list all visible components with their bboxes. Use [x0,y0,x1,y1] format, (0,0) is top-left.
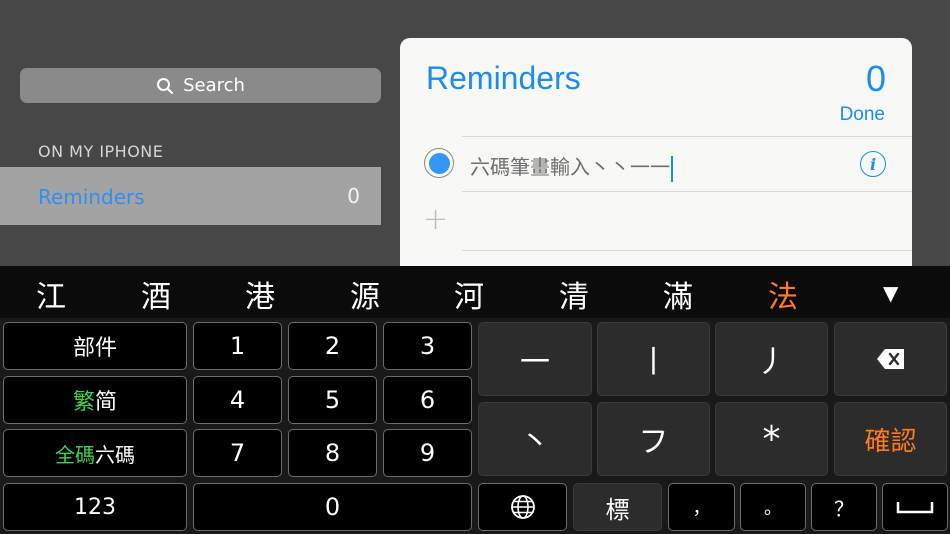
candidate-item[interactable]: 河 [454,272,484,316]
candidate-item[interactable]: 滿 [663,272,693,316]
reminder-count: 0 [865,58,886,99]
done-button[interactable]: Done [840,104,885,126]
reminder-text-input[interactable]: 六碼筆畫輸入丶丶一一 [470,151,673,182]
punctuation-key[interactable]: 標 [573,483,662,531]
completion-radio[interactable] [424,148,454,178]
simp-label: 简 [95,390,118,415]
search-field[interactable]: Search [20,68,381,103]
sidebar-item-reminders[interactable]: Reminders 0 [0,167,381,225]
delete-key[interactable] [834,322,947,396]
list-title: Reminders [426,60,581,96]
trad-simp-toggle[interactable]: 繁简 [3,376,187,424]
triangle-down-icon[interactable]: ▼ [883,281,898,305]
stroke-key-turning[interactable]: フ [597,402,710,476]
confirm-key[interactable]: 確認 [834,402,947,476]
digit-key-0[interactable]: 0 [193,483,472,531]
six-code-label: 六碼 [95,442,135,467]
radio-fill [428,152,450,174]
list-count: 0 [347,184,360,208]
candidate-bar: 江 酒 港 源 河 清 滿 法 ▼ [0,266,950,318]
search-icon [157,77,174,94]
text-caret [671,155,673,182]
space-key[interactable] [882,483,948,531]
stroke-key-horizontal[interactable]: 一 [478,322,592,396]
question-key[interactable]: ？ [811,483,877,531]
digit-key-8[interactable]: 8 [288,429,377,477]
digit-key-9[interactable]: 9 [383,429,472,477]
candidate-item[interactable]: 酒 [141,272,171,316]
divider [462,136,912,137]
globe-icon [510,495,535,519]
stroke-keyboard: 江 酒 港 源 河 清 滿 法 ▼ 部件 繁简 全碼 六碼 123 1 2 3 4… [0,266,950,534]
reminder-text: 六碼筆畫輸入丶丶一一 [470,155,670,179]
space-icon [896,502,934,514]
reminders-card: Reminders 0 Done 六碼筆畫輸入丶丶一一 i + [400,38,912,278]
add-reminder-icon[interactable]: + [423,202,448,237]
trad-label: 繁 [72,390,95,415]
code-mode-toggle[interactable]: 全碼 六碼 [3,429,187,477]
numbers-mode-key[interactable]: 123 [3,483,187,531]
info-icon[interactable]: i [860,151,886,177]
digit-key-2[interactable]: 2 [288,322,377,370]
globe-key[interactable] [478,483,567,531]
backspace-icon [876,349,904,369]
divider [462,191,912,192]
search-placeholder: Search [183,75,245,96]
period-key[interactable]: 。 [740,483,806,531]
digit-key-5[interactable]: 5 [288,376,377,424]
candidate-item-highlighted[interactable]: 法 [768,272,798,316]
divider [462,250,912,251]
comma-key[interactable]: ， [668,483,735,531]
stroke-key-wildcard[interactable]: * [715,402,828,476]
stroke-key-dot[interactable]: 丶 [478,402,592,476]
stroke-key-left-falling[interactable]: 丿 [715,322,828,396]
digit-key-7[interactable]: 7 [193,429,282,477]
list-name: Reminders [38,185,145,209]
digit-key-3[interactable]: 3 [383,322,472,370]
stroke-key-vertical[interactable]: 丨 [597,322,710,396]
digit-key-4[interactable]: 4 [193,376,282,424]
candidate-item[interactable]: 源 [350,272,380,316]
candidate-item[interactable]: 港 [245,272,275,316]
digit-key-1[interactable]: 1 [193,322,282,370]
candidate-item[interactable]: 江 [36,272,66,316]
candidate-item[interactable]: 清 [559,272,589,316]
section-header: ON MY IPHONE [38,142,164,161]
radicals-key[interactable]: 部件 [3,322,187,370]
digit-key-6[interactable]: 6 [383,376,472,424]
full-code-label: 全碼 [55,442,95,467]
